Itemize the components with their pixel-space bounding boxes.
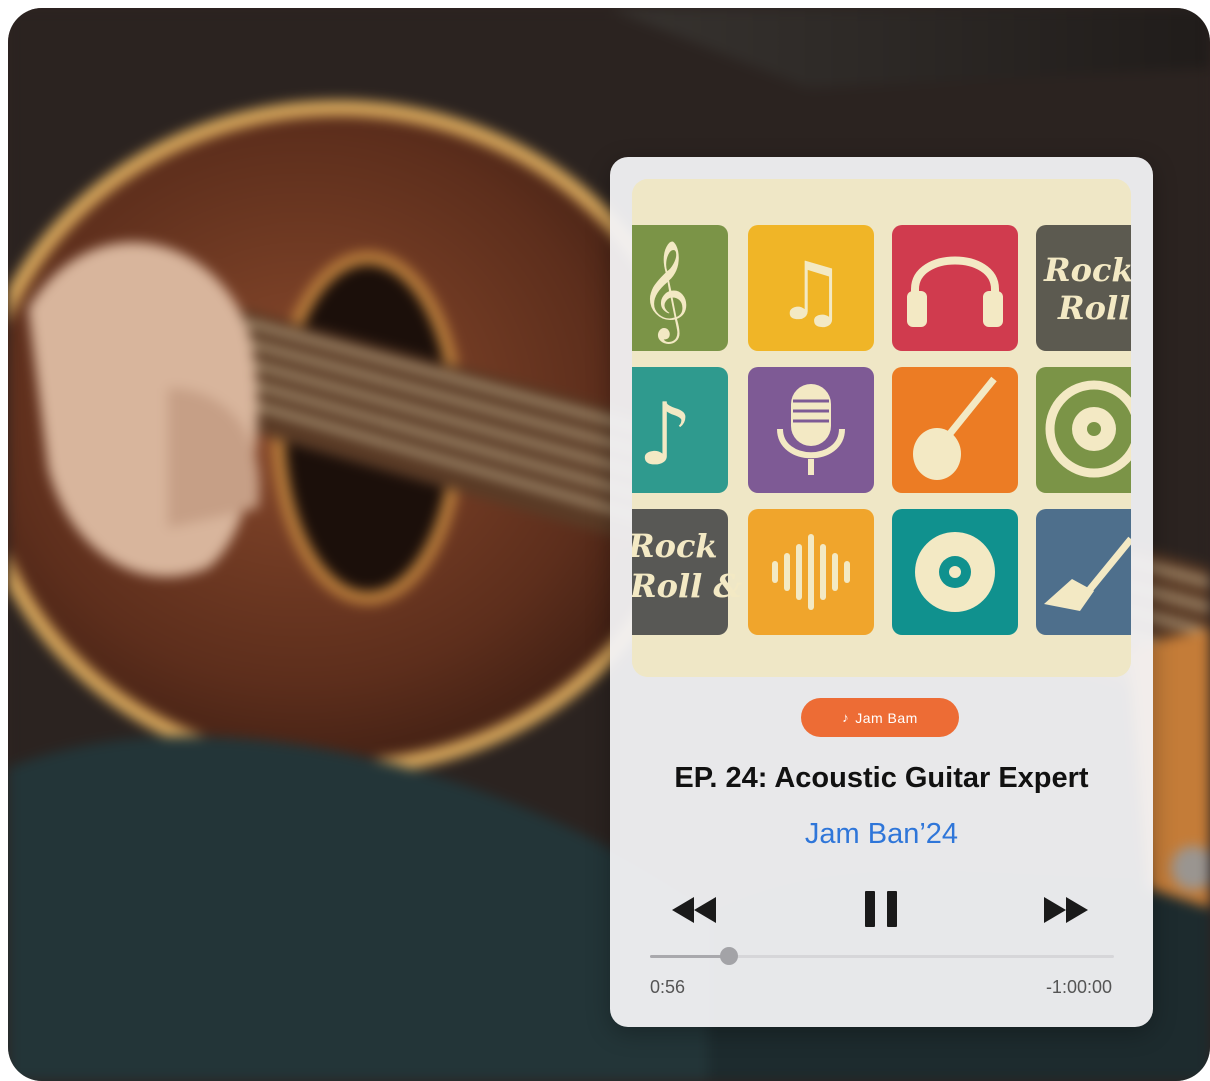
rock-roll-tile: Rock Roll & <box>1036 225 1131 351</box>
rock-roll-tile-2: Rock Roll & <box>632 509 742 635</box>
treble-clef-tile: 𝄞 <box>632 225 728 351</box>
pause-icon <box>865 891 897 927</box>
pause-button[interactable] <box>856 884 906 934</box>
playback-progress-slider[interactable] <box>650 945 1114 967</box>
album-artwork: 𝄞 ♫ Rock Roll & ♪ <box>632 179 1131 677</box>
vinyl-record-tile <box>892 509 1018 635</box>
guitar-tile <box>1036 509 1131 635</box>
rewind-button[interactable] <box>662 890 726 930</box>
svg-text:Rock: Rock <box>632 527 718 565</box>
svg-text:𝄞: 𝄞 <box>640 240 691 344</box>
fast-forward-button[interactable] <box>1034 890 1098 930</box>
headphones-tile <box>892 225 1018 351</box>
sound-wave-tile <box>748 509 874 635</box>
svg-text:♪: ♪ <box>638 385 693 485</box>
microphone-tile <box>748 367 874 493</box>
cd-note-tile <box>1036 367 1131 493</box>
episode-title: EP. 24: Acoustic Guitar Expert <box>674 762 1089 794</box>
music-notes-tile: ♫ <box>748 225 874 351</box>
electric-guitar-tile <box>892 367 1018 493</box>
music-note-icon: ♪ <box>842 710 850 725</box>
svg-text:Rock: Rock <box>1043 251 1131 289</box>
svg-text:Roll &: Roll & <box>1057 289 1131 327</box>
podcast-player-card: 𝄞 ♫ Rock Roll & ♪ <box>610 157 1153 1027</box>
show-name-link[interactable]: Jam Ban’24 <box>610 818 1153 851</box>
progress-scrubber-handle[interactable] <box>719 947 738 965</box>
show-tag-label: Jam Bam <box>855 709 918 726</box>
music-icons-collage: 𝄞 ♫ Rock Roll & ♪ <box>632 179 1131 677</box>
svg-text:♫: ♫ <box>775 245 847 338</box>
svg-text:Roll &: Roll & <box>632 567 742 605</box>
rewind-icon <box>672 897 716 923</box>
show-tag-badge[interactable]: ♪ Jam Bam <box>801 698 959 737</box>
fast-forward-icon <box>1044 897 1088 923</box>
elapsed-time: 0:56 <box>650 977 686 997</box>
eighth-note-tile: ♪ <box>632 367 728 493</box>
progress-fill <box>650 955 729 958</box>
remaining-time: -1:00:00 <box>1045 977 1112 997</box>
